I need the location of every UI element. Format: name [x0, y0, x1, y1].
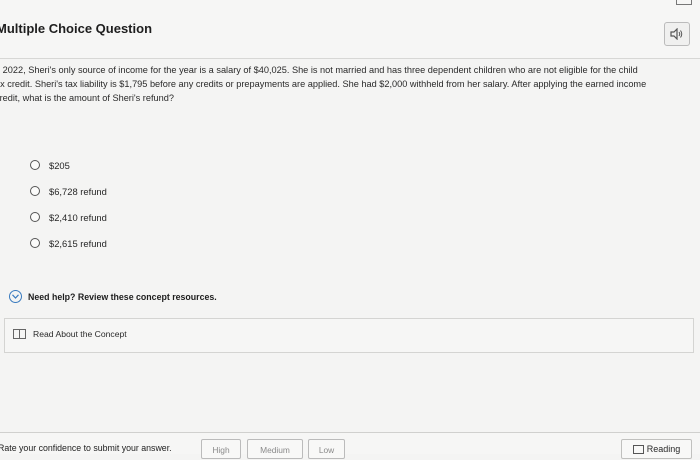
- book-icon: [632, 444, 644, 454]
- choice-label: $2,410 refund: [49, 211, 107, 223]
- chevron-down-circle-icon: [9, 290, 22, 303]
- choice-option[interactable]: $2,615 refund: [30, 230, 107, 256]
- need-help-toggle[interactable]: Need help? Review these concept resource…: [9, 290, 217, 303]
- question-text: n 2022, Sheri's only source of income fo…: [0, 63, 695, 105]
- read-concept-panel: Read About the Concept: [4, 318, 694, 353]
- audio-button[interactable]: [664, 22, 690, 46]
- confidence-prompt: Rate your confidence to submit your answ…: [0, 443, 172, 453]
- choice-option[interactable]: $2,410 refund: [30, 204, 107, 230]
- answer-choices: $205 $6,728 refund $2,410 refund $2,615 …: [30, 152, 107, 256]
- choice-option[interactable]: $6,728 refund: [30, 178, 107, 204]
- reading-button[interactable]: Reading: [621, 439, 692, 459]
- confidence-high-button[interactable]: High: [201, 439, 241, 459]
- need-help-label: Need help? Review these concept resource…: [28, 291, 217, 302]
- question-line: n 2022, Sheri's only source of income fo…: [0, 65, 638, 75]
- speaker-icon: [670, 28, 683, 40]
- top-right-mark-icon: [676, 0, 692, 5]
- radio-button[interactable]: [30, 160, 40, 170]
- choice-label: $205: [49, 159, 70, 171]
- read-concept-link[interactable]: Read About the Concept: [13, 329, 127, 339]
- radio-button[interactable]: [30, 212, 40, 222]
- confidence-low-button[interactable]: Low: [308, 439, 345, 459]
- question-line: credit, what is the amount of Sheri's re…: [0, 93, 174, 103]
- choice-label: $6,728 refund: [49, 185, 107, 197]
- page-title: Multiple Choice Question: [0, 21, 153, 36]
- choice-option[interactable]: $205: [30, 152, 107, 178]
- choice-label: $2,615 refund: [49, 237, 107, 249]
- footer-bar: Rate your confidence to submit your answ…: [0, 432, 700, 459]
- question-line: ax credit. Sheri's tax liability is $1,7…: [0, 79, 647, 89]
- confidence-medium-button[interactable]: Medium: [247, 439, 303, 459]
- read-concept-label: Read About the Concept: [33, 329, 127, 339]
- radio-button[interactable]: [30, 186, 40, 196]
- book-icon: [13, 329, 26, 339]
- radio-button[interactable]: [30, 238, 40, 248]
- question-header: Multiple Choice Question: [0, 0, 700, 59]
